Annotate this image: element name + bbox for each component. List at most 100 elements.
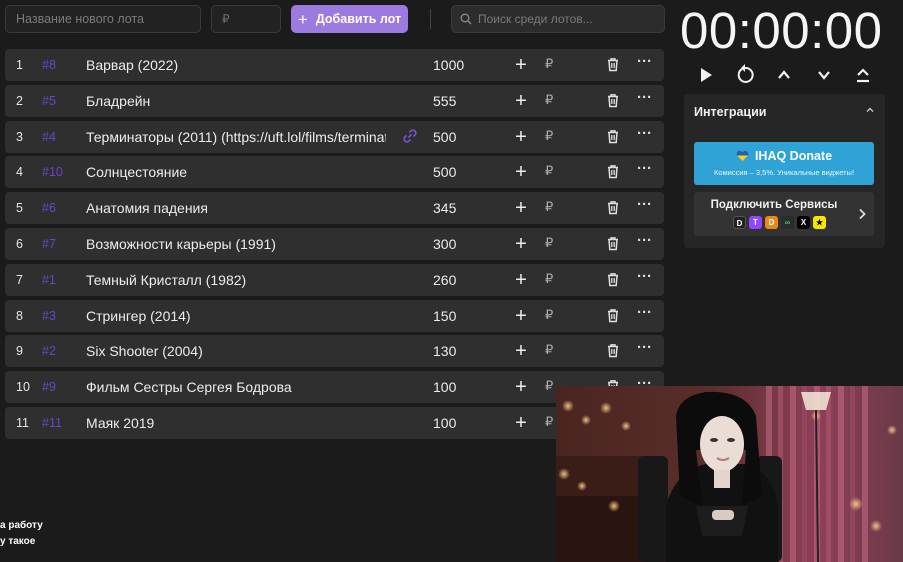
currency-icon[interactable]: ₽ <box>545 378 553 394</box>
trash-icon[interactable] <box>606 200 620 215</box>
lot-row: 4 #10 Солнцестояние 500 + ₽ ··· <box>5 156 664 189</box>
add-amount-button[interactable]: + <box>513 233 529 255</box>
add-amount-button[interactable]: + <box>513 90 529 112</box>
boosty-icon: ★ <box>813 216 826 229</box>
donate-button[interactable]: IHAQ Donate Комиссия – 3,5%. Уникальные … <box>694 142 874 185</box>
add-amount-button[interactable]: + <box>513 126 529 148</box>
currency-icon[interactable]: ₽ <box>545 199 553 215</box>
add-amount-button[interactable]: + <box>513 269 529 291</box>
more-options-icon[interactable]: ··· <box>637 232 652 249</box>
lot-title[interactable]: Маяк 2019 <box>86 415 386 431</box>
currency-icon[interactable]: ₽ <box>545 128 553 144</box>
link-icon[interactable] <box>403 128 417 143</box>
currency-icon[interactable]: ₽ <box>545 307 553 323</box>
trash-icon[interactable] <box>606 57 620 72</box>
add-amount-button[interactable]: + <box>513 197 529 219</box>
increase-button[interactable] <box>772 63 796 87</box>
lot-position: 8 <box>16 308 23 323</box>
connect-services-button[interactable]: Подключить Сервисы D T D ∞ X ★ <box>694 192 874 236</box>
lot-name-input[interactable] <box>5 5 201 33</box>
twitch-icon: T <box>749 216 762 229</box>
ukraine-heart-icon <box>736 150 749 161</box>
currency-icon[interactable]: ₽ <box>545 235 553 251</box>
webcam-overlay <box>556 386 903 562</box>
lot-title[interactable]: Темный Кристалл (1982) <box>86 272 386 288</box>
play-icon <box>701 68 712 82</box>
search-input[interactable]: Поиск среди лотов... <box>451 5 665 33</box>
amount-placeholder: ₽ <box>222 12 230 26</box>
more-options-icon[interactable]: ··· <box>637 304 652 321</box>
add-amount-button[interactable]: + <box>513 305 529 327</box>
donatepay-icon: D <box>765 216 778 229</box>
add-amount-button[interactable]: + <box>513 161 529 183</box>
plus-icon: + <box>297 9 308 29</box>
add-amount-button[interactable]: + <box>513 54 529 76</box>
lot-row: 3 #4 Терминаторы (2011) (https://uft.lol/f… <box>5 120 664 153</box>
integrations-panel: Интеграции IHAQ Donate Комиссия – 3,5%. … <box>684 94 885 248</box>
currency-icon[interactable]: ₽ <box>545 56 553 72</box>
trash-icon[interactable] <box>606 93 620 108</box>
currency-icon[interactable]: ₽ <box>545 92 553 108</box>
lot-amount: 1000 <box>433 57 465 73</box>
lot-amount: 260 <box>433 271 457 288</box>
double-up-button[interactable] <box>851 63 875 87</box>
trash-icon[interactable] <box>606 343 620 358</box>
add-amount-button[interactable]: + <box>513 376 529 398</box>
lot-title[interactable]: Фильм Сестры Сергея Бодрова <box>86 379 386 395</box>
play-button[interactable] <box>694 63 718 87</box>
lot-amount: 555 <box>433 92 457 109</box>
link-icon: ∞ <box>781 216 794 229</box>
lot-amount: 130 <box>433 343 457 360</box>
lot-title[interactable]: Солнцестояние <box>86 164 386 180</box>
collapse-icon[interactable] <box>865 105 875 115</box>
decrease-button[interactable] <box>812 63 836 87</box>
more-options-icon[interactable]: ··· <box>637 160 652 177</box>
add-lot-button[interactable]: + Добавить лот <box>291 5 408 33</box>
trash-icon[interactable] <box>606 308 620 323</box>
more-options-icon[interactable]: ··· <box>637 196 652 213</box>
lot-title[interactable]: Стрингер (2014) <box>86 308 386 324</box>
reset-button[interactable] <box>733 63 757 87</box>
more-options-icon[interactable]: ··· <box>637 268 652 285</box>
lot-position: 4 <box>16 165 23 180</box>
lot-position: 3 <box>16 129 23 144</box>
lot-position: 11 <box>16 416 29 430</box>
amount-input[interactable]: ₽ <box>211 5 281 33</box>
stream-overlay-text: а работу у такое <box>0 518 43 550</box>
lot-amount: 150 <box>433 307 457 324</box>
add-amount-button[interactable]: + <box>513 340 529 362</box>
currency-icon[interactable]: ₽ <box>545 414 553 430</box>
add-lot-label: Добавить лот <box>315 12 402 26</box>
lot-position: 9 <box>16 344 23 359</box>
lot-title[interactable]: Терминаторы (2011) (https://uft.lol/film… <box>86 129 386 145</box>
currency-icon[interactable]: ₽ <box>545 271 553 287</box>
lot-id: #5 <box>42 93 56 108</box>
lot-row: 9 #2 Six Shooter (2004) 130 + ₽ ··· <box>5 335 664 368</box>
lot-title[interactable]: Бладрейн <box>86 93 386 109</box>
lot-id: #6 <box>42 201 56 216</box>
connect-services-title: Подключить Сервисы <box>710 199 838 211</box>
currency-icon[interactable]: ₽ <box>545 163 553 179</box>
lot-title[interactable]: Анатомия падения <box>86 200 386 216</box>
add-amount-button[interactable]: + <box>513 412 529 434</box>
more-options-icon[interactable]: ··· <box>637 125 652 142</box>
trash-icon[interactable] <box>606 272 620 287</box>
search-icon <box>460 13 472 25</box>
more-options-icon[interactable]: ··· <box>637 89 652 106</box>
overlay-line-1: а работу <box>0 520 43 531</box>
lot-position: 10 <box>16 380 30 395</box>
trash-icon[interactable] <box>606 164 620 179</box>
trash-icon[interactable] <box>606 236 620 251</box>
lot-title[interactable]: Возможности карьеры (1991) <box>86 236 386 252</box>
chevron-right-icon <box>859 208 866 220</box>
more-options-icon[interactable]: ··· <box>637 53 652 70</box>
donate-title: IHAQ Donate <box>754 149 833 163</box>
lot-title[interactable]: Варвар (2022) <box>86 57 386 73</box>
trash-icon[interactable] <box>606 129 620 144</box>
lot-title[interactable]: Six Shooter (2004) <box>86 343 386 359</box>
lot-id: #10 <box>42 165 63 180</box>
currency-icon[interactable]: ₽ <box>545 342 553 358</box>
lot-row: 8 #3 Стрингер (2014) 150 + ₽ ··· <box>5 299 664 332</box>
more-options-icon[interactable]: ··· <box>637 339 652 356</box>
lot-id: #3 <box>42 308 56 323</box>
